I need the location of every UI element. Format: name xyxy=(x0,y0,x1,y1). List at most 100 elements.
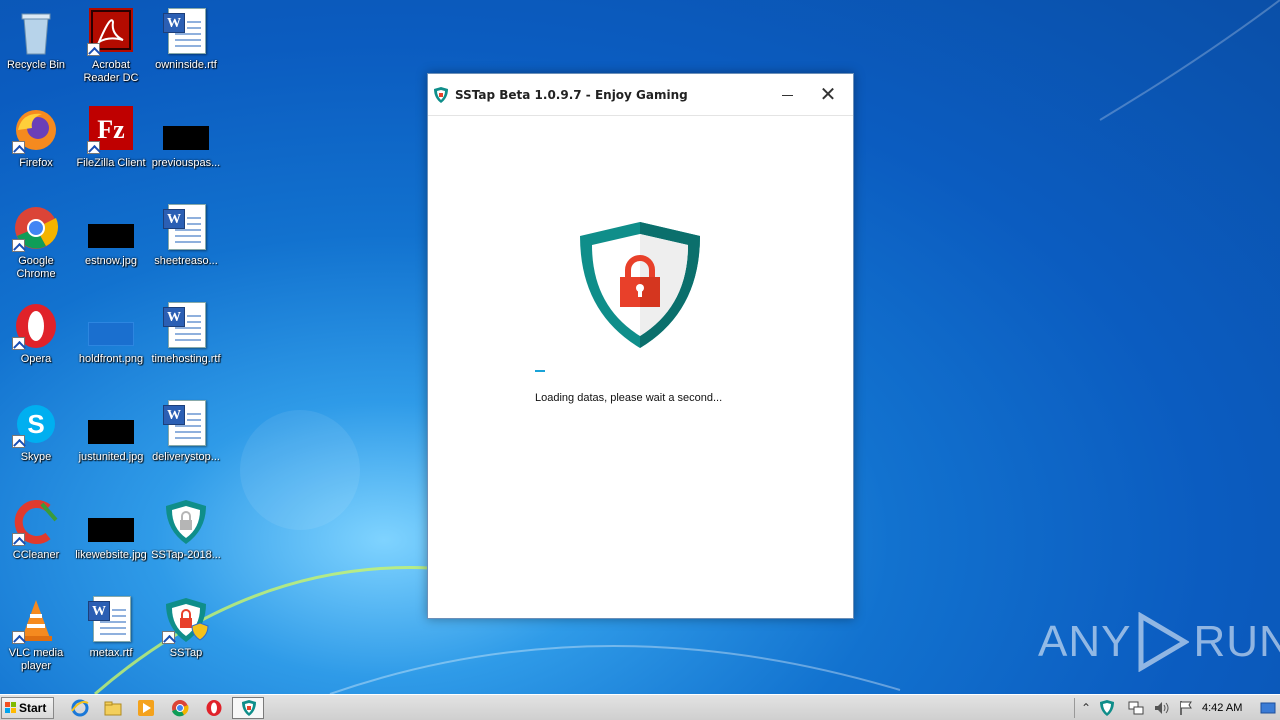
desktop: Recycle Bin Firefox Google Chrome Opera … xyxy=(0,0,1280,694)
desktop-icon-label: timehosting.rtf xyxy=(151,353,221,365)
desktop-icon-deliverystop[interactable]: W deliverystop... xyxy=(148,400,224,464)
desktop-icon-label: sheetreaso... xyxy=(154,255,218,267)
desktop-icon-label: Acrobat Reader DC xyxy=(83,59,139,84)
show-hidden-icons-chevron-icon[interactable]: ⌃ xyxy=(1078,700,1094,716)
chrome-taskbar-icon[interactable] xyxy=(171,699,189,717)
shortcut-arrow-icon xyxy=(87,43,100,56)
image-thumbnail-icon xyxy=(87,498,135,546)
sstap-window: SSTap Beta 1.0.9.7 - Enjoy Gaming ✕ Load… xyxy=(427,73,854,619)
word-document-icon: W xyxy=(162,204,210,252)
desktop-icon-label: Skype xyxy=(20,451,52,463)
windows-flag-icon xyxy=(5,702,17,714)
sstap-taskbar-icon xyxy=(242,700,256,716)
shortcut-arrow-icon xyxy=(12,337,25,350)
desktop-icon-label: FileZilla Client xyxy=(76,157,146,169)
taskbar: Start ⌃ 4:42 AM xyxy=(0,694,1280,720)
desktop-icon-justunited[interactable]: justunited.jpg xyxy=(73,400,149,464)
window-titlebar[interactable]: SSTap Beta 1.0.9.7 - Enjoy Gaming ✕ xyxy=(428,74,853,116)
recycle-bin-icon xyxy=(12,8,60,56)
desktop-icon-label: holdfront.png xyxy=(78,353,144,365)
shield-lock-icon xyxy=(162,596,210,644)
file-explorer-icon[interactable] xyxy=(104,699,122,717)
shortcut-arrow-icon xyxy=(87,141,100,154)
image-thumbnail-icon xyxy=(87,400,135,448)
desktop-icon-holdfront[interactable]: holdfront.png xyxy=(73,302,149,366)
image-thumbnail-icon xyxy=(162,106,210,154)
desktop-icon-ccleaner[interactable]: CCleaner xyxy=(0,498,74,562)
start-button[interactable]: Start xyxy=(1,697,54,719)
watermark-text-right: RUN xyxy=(1193,617,1280,666)
desktop-icon-timehosting[interactable]: W timehosting.rtf xyxy=(148,302,224,366)
shortcut-arrow-icon xyxy=(12,533,25,546)
desktop-icon-firefox[interactable]: Firefox xyxy=(0,106,74,170)
desktop-icon-label: Recycle Bin xyxy=(6,59,66,71)
desktop-icon-owninside[interactable]: W owninside.rtf xyxy=(148,8,224,72)
desktop-icon-label: owninside.rtf xyxy=(155,59,217,71)
taskbar-clock[interactable]: 4:42 AM xyxy=(1202,702,1242,714)
loading-progress-bar xyxy=(535,370,545,372)
image-thumbnail-icon xyxy=(87,302,135,350)
filezilla-icon: Fz xyxy=(87,106,135,154)
shortcut-arrow-icon xyxy=(12,239,25,252)
desktop-icon-label: justunited.jpg xyxy=(78,451,144,463)
desktop-icon-vlc[interactable]: VLC media player xyxy=(0,596,74,673)
desktop-icon-label: deliverystop... xyxy=(152,451,220,463)
desktop-icon-label: VLC media player xyxy=(8,647,64,672)
show-desktop-icon[interactable] xyxy=(1260,700,1276,716)
shield-icon xyxy=(162,498,210,546)
media-player-icon[interactable] xyxy=(137,699,155,717)
shortcut-arrow-icon xyxy=(12,141,25,154)
word-document-icon: W xyxy=(87,596,135,644)
taskbar-sstap-button[interactable] xyxy=(232,697,264,719)
opera-taskbar-icon[interactable] xyxy=(205,699,223,717)
desktop-icon-label: likewebsite.jpg xyxy=(75,549,147,561)
sstap-app-icon xyxy=(434,87,448,103)
desktop-icon-sstap-installer[interactable]: SSTap-2018... xyxy=(148,498,224,562)
minimize-button[interactable] xyxy=(768,82,808,108)
desktop-icon-recycle-bin[interactable]: Recycle Bin xyxy=(0,8,74,72)
desktop-icon-label: SSTap xyxy=(169,647,203,659)
desktop-icon-label: Firefox xyxy=(19,157,53,169)
shortcut-arrow-icon xyxy=(162,631,175,644)
start-label: Start xyxy=(19,701,47,715)
image-thumbnail-icon xyxy=(87,204,135,252)
volume-icon[interactable] xyxy=(1153,700,1169,716)
skype-icon: S xyxy=(12,400,60,448)
opera-icon xyxy=(12,302,60,350)
acrobat-icon xyxy=(87,8,135,56)
shortcut-arrow-icon xyxy=(12,631,25,644)
tray-separator xyxy=(1074,698,1075,718)
chrome-icon xyxy=(12,204,60,252)
desktop-icon-google-chrome[interactable]: Google Chrome xyxy=(0,204,74,281)
close-button[interactable]: ✕ xyxy=(808,82,848,108)
desktop-icon-label: CCleaner xyxy=(12,549,60,561)
desktop-icon-opera[interactable]: Opera xyxy=(0,302,74,366)
desktop-icon-likewebsite[interactable]: likewebsite.jpg xyxy=(73,498,149,562)
desktop-icon-label: Google Chrome xyxy=(16,255,56,280)
vlc-cone-icon xyxy=(12,596,60,644)
desktop-icon-filezilla[interactable]: Fz FileZilla Client xyxy=(73,106,149,170)
ccleaner-icon xyxy=(12,498,60,546)
desktop-icon-metax[interactable]: W metax.rtf xyxy=(73,596,149,660)
action-center-flag-icon[interactable] xyxy=(1178,700,1194,716)
desktop-icon-label: metax.rtf xyxy=(89,647,133,659)
desktop-icon-sstap[interactable]: SSTap xyxy=(148,596,224,660)
sstap-tray-icon[interactable] xyxy=(1099,700,1115,716)
desktop-icon-previouspas[interactable]: previouspas... xyxy=(148,106,224,170)
svg-text:S: S xyxy=(27,409,44,439)
desktop-icon-sheetreaso[interactable]: W sheetreaso... xyxy=(148,204,224,268)
network-icon[interactable] xyxy=(1128,700,1144,716)
word-document-icon: W xyxy=(162,8,210,56)
desktop-icon-estnow[interactable]: estnow.jpg xyxy=(73,204,149,268)
shield-lock-logo xyxy=(580,222,700,348)
play-triangle-icon xyxy=(1138,612,1190,672)
desktop-icon-label: SSTap-2018... xyxy=(151,549,221,561)
shortcut-arrow-icon xyxy=(12,435,25,448)
desktop-icon-acrobat[interactable]: Acrobat Reader DC xyxy=(73,8,149,85)
desktop-icon-skype[interactable]: S Skype xyxy=(0,400,74,464)
svg-text:Fz: Fz xyxy=(97,115,124,144)
anyrun-watermark: ANY RUN xyxy=(1038,612,1280,672)
watermark-text-left: ANY xyxy=(1038,617,1132,666)
internet-explorer-icon[interactable] xyxy=(71,699,89,717)
word-document-icon: W xyxy=(162,302,210,350)
